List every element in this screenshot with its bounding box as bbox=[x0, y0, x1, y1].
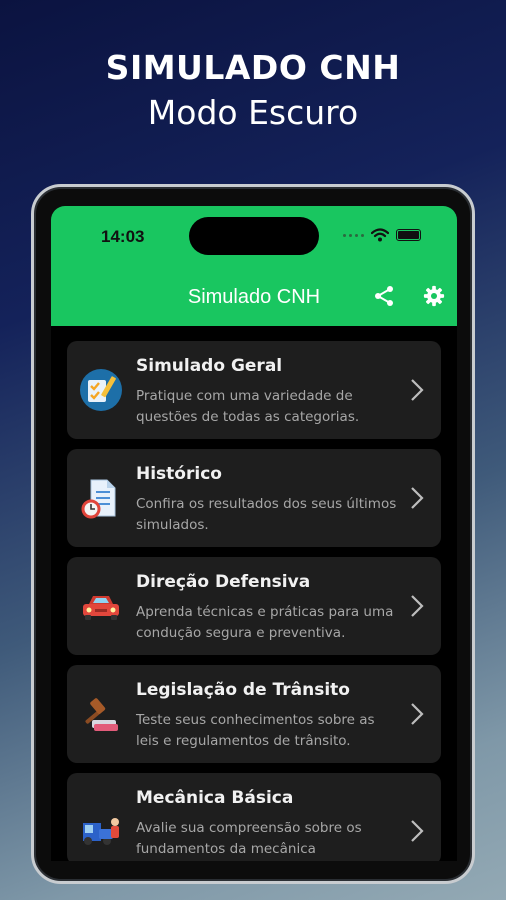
promo-title: SIMULADO CNH bbox=[105, 48, 401, 87]
history-document-icon bbox=[77, 474, 125, 522]
menu-item-description: Teste seus conhecimentos sobre as leis e… bbox=[136, 712, 375, 749]
menu-item-description: Aprenda técnicas e práticas para uma con… bbox=[136, 604, 394, 641]
chevron-right-icon bbox=[411, 703, 424, 725]
menu-item-title: Simulado Geral bbox=[136, 356, 283, 376]
menu-item-historico[interactable]: Histórico Confira os resultados dos seus… bbox=[67, 449, 441, 547]
chevron-right-icon bbox=[411, 595, 424, 617]
menu-item-title: Direção Defensiva bbox=[136, 572, 311, 592]
battery-icon bbox=[396, 229, 421, 241]
menu-item-direcao-defensiva[interactable]: Direção Defensiva Aprenda técnicas e prá… bbox=[67, 557, 441, 655]
chevron-right-icon bbox=[411, 820, 424, 842]
signal-dots-icon bbox=[343, 233, 364, 237]
menu-item-title: Histórico bbox=[136, 464, 222, 484]
menu-item-legislacao-transito[interactable]: Legislação de Trânsito Teste seus conhec… bbox=[67, 665, 441, 763]
gavel-icon bbox=[77, 690, 125, 738]
status-icons bbox=[343, 226, 421, 244]
checklist-icon bbox=[77, 366, 125, 414]
camera-island bbox=[189, 217, 319, 255]
share-button[interactable] bbox=[371, 283, 397, 309]
share-icon bbox=[375, 286, 393, 306]
menu-item-simulado-geral[interactable]: Simulado Geral Pratique com uma variedad… bbox=[67, 341, 441, 439]
menu-item-mecanica-basica[interactable]: Mecânica Básica Avalie sua compreensão s… bbox=[67, 773, 441, 861]
mechanic-icon bbox=[77, 807, 125, 855]
chevron-right-icon bbox=[411, 379, 424, 401]
wifi-icon bbox=[371, 228, 389, 242]
menu-item-title: Mecânica Básica bbox=[136, 788, 294, 808]
chevron-right-icon bbox=[411, 487, 424, 509]
app-screen: 14:03 Simulado CNH Simulado Geral Pratiq… bbox=[51, 206, 457, 861]
menu-item-description: Avalie sua compreensão sobre os fundamen… bbox=[136, 820, 362, 857]
gear-icon bbox=[423, 285, 445, 307]
settings-button[interactable] bbox=[421, 283, 447, 309]
menu-item-title: Legislação de Trânsito bbox=[136, 680, 350, 700]
status-time: 14:03 bbox=[101, 227, 145, 246]
car-icon bbox=[77, 582, 125, 630]
promo-header: SIMULADO CNH Modo Escuro bbox=[0, 48, 506, 132]
menu-item-description: Confira os resultados dos seus últimos s… bbox=[136, 496, 397, 533]
tablet-frame: 14:03 Simulado CNH Simulado Geral Pratiq… bbox=[31, 184, 475, 884]
menu-item-description: Pratique com uma variedade de questões d… bbox=[136, 388, 360, 425]
app-bar: 14:03 Simulado CNH bbox=[51, 206, 457, 326]
promo-subtitle: Modo Escuro bbox=[147, 93, 359, 132]
